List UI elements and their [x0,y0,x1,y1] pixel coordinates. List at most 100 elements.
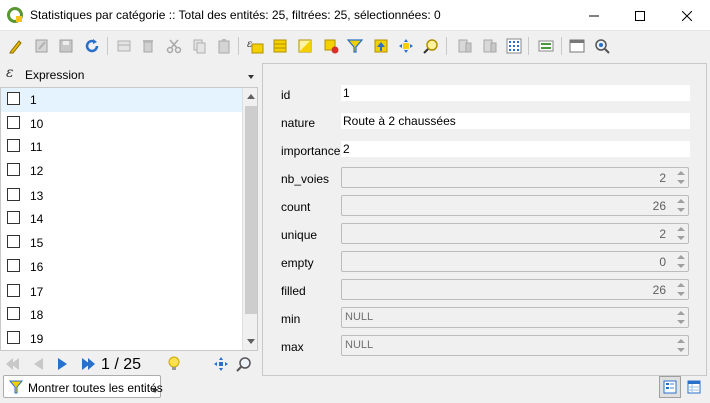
list-item[interactable]: 18 [1,303,242,327]
list-item[interactable]: 13 [1,184,242,208]
pan-button[interactable] [213,356,229,372]
new-field-button[interactable] [455,36,475,56]
minimize-button[interactable] [571,0,617,31]
select-all-button[interactable] [270,36,290,56]
chevron-up-icon[interactable] [677,339,685,343]
copy-button[interactable] [189,36,209,56]
highlight-button[interactable] [166,356,182,372]
chevron-up-icon[interactable] [677,311,685,315]
last-button[interactable] [80,356,96,372]
checkbox[interactable] [7,307,20,320]
actions-icon [595,39,610,54]
field-input-filled[interactable]: 26 [341,279,689,300]
field-input-nb-voies[interactable]: 2 [341,167,689,188]
checkbox[interactable] [7,163,20,176]
spin-arrows[interactable] [674,308,688,327]
cut-button[interactable] [164,36,184,56]
pan-to-selection-button[interactable] [396,36,416,56]
spin-arrows[interactable] [674,280,688,299]
dock-button[interactable] [567,36,587,56]
paste-button[interactable] [214,36,234,56]
spin-arrows[interactable] [674,168,688,187]
chevron-down-icon[interactable] [677,236,685,240]
show-features-filter-button[interactable]: Montrer toutes les entités [3,375,163,398]
toggle-edit-button[interactable] [6,36,26,56]
field-input-unique[interactable]: 2 [341,223,689,244]
close-button[interactable] [664,0,710,31]
delete-feature-button[interactable] [138,36,158,56]
maximize-button[interactable] [617,0,663,31]
chevron-down-icon[interactable] [677,348,685,352]
chevron-up-icon[interactable] [677,199,685,203]
chevron-up-icon[interactable] [677,283,685,287]
list-item[interactable]: 12 [1,159,242,183]
form-view-button[interactable] [659,376,681,398]
expression-select-button[interactable]: ε [245,36,265,56]
list-item[interactable]: 15 [1,231,242,255]
chevron-up-icon[interactable] [677,227,685,231]
multi-edit-button[interactable] [32,36,52,56]
deselect-button[interactable] [321,36,341,56]
checkbox[interactable] [7,211,20,224]
checkbox[interactable] [7,92,20,105]
field-input-id[interactable]: 1 [341,85,690,101]
conditional-format-button[interactable] [536,36,556,56]
move-selection-top-button[interactable] [371,36,391,56]
field-input-max[interactable]: NULL [341,335,689,356]
list-item-label: 10 [30,117,44,131]
spin-arrows[interactable] [674,196,688,215]
list-item[interactable]: 16 [1,255,242,279]
next-button[interactable] [55,356,71,372]
first-icon [6,358,19,370]
chevron-up-icon[interactable] [677,171,685,175]
spin-arrows[interactable] [674,252,688,271]
scroll-up-icon[interactable] [247,94,255,99]
chevron-down-icon[interactable] [677,208,685,212]
first-button[interactable] [5,356,21,372]
reload-button[interactable] [82,36,102,56]
checkbox[interactable] [7,235,20,248]
window-title: Statistiques par catégorie :: Total des … [30,8,441,22]
field-input-count[interactable]: 26 [341,195,689,216]
chevron-down-icon[interactable] [677,264,685,268]
field-input-nature[interactable]: Route à 2 chaussées [341,113,690,129]
list-item[interactable]: 10 [1,112,242,136]
field-input-empty[interactable]: 0 [341,251,689,272]
list-item[interactable]: 1 [1,88,242,112]
actions-button[interactable] [592,36,612,56]
scroll-down-icon[interactable] [247,339,255,344]
checkbox[interactable] [7,284,20,297]
vertical-scrollbar[interactable] [242,88,257,350]
chevron-down-icon[interactable] [677,320,685,324]
previous-button[interactable] [30,356,46,372]
spin-arrows[interactable] [674,224,688,243]
list-item[interactable]: 17 [1,280,242,304]
field-input-importance[interactable]: 2 [341,141,690,157]
filter-select-icon [347,39,363,53]
list-item-label: 17 [30,285,44,299]
list-item[interactable]: 14 [1,207,242,231]
zoom-to-selection-button[interactable] [421,36,441,56]
spin-arrows[interactable] [674,336,688,355]
chevron-up-icon[interactable] [677,255,685,259]
checkbox[interactable] [7,259,20,272]
scroll-thumb[interactable] [245,106,257,314]
list-item[interactable]: 11 [1,135,242,159]
chevron-down-icon[interactable] [677,180,685,184]
chevron-down-icon[interactable] [677,292,685,296]
add-feature-button[interactable] [114,36,134,56]
list-item[interactable]: 19 [1,327,242,350]
invert-selection-button[interactable] [295,36,315,56]
checkbox[interactable] [7,116,20,129]
checkbox[interactable] [7,139,20,152]
zoom-button[interactable] [236,356,252,372]
filter-select-button[interactable] [345,36,365,56]
field-input-min[interactable]: NULL [341,307,689,328]
table-view-button[interactable] [683,376,705,398]
field-calculator-button[interactable] [504,36,524,56]
checkbox[interactable] [7,188,20,201]
delete-field-button[interactable] [480,36,500,56]
save-button[interactable] [56,36,76,56]
checkbox[interactable] [7,331,20,344]
expression-selector[interactable]: ε Expression [0,63,258,87]
